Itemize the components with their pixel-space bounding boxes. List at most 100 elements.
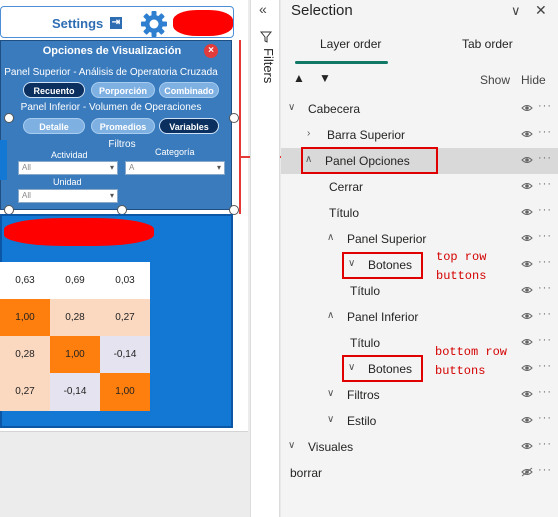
eye-icon[interactable] bbox=[521, 207, 533, 217]
selection-pane: Selection ∨ ✕ Layer order Tab order ▲ ▼ … bbox=[281, 0, 558, 517]
eye-icon[interactable] bbox=[521, 311, 533, 321]
chevron-down-icon: ▾ bbox=[109, 191, 114, 200]
layer-row[interactable]: ∨ Cabecera ··· bbox=[281, 96, 558, 122]
layer-row[interactable]: Título ··· bbox=[281, 200, 558, 226]
highlight-top-botones bbox=[342, 252, 423, 279]
layer-row[interactable]: ∨ Filtros ··· bbox=[281, 382, 558, 408]
layer-row[interactable]: ∧ Panel Inferior ··· bbox=[281, 304, 558, 330]
chevron-icon[interactable]: ∨ bbox=[327, 388, 334, 399]
chevron-icon[interactable]: ∨ bbox=[288, 440, 295, 451]
porporcion-button[interactable]: Porporción bbox=[91, 82, 155, 98]
hidden-eye-icon[interactable] bbox=[521, 467, 533, 477]
detalle-button[interactable]: Detalle bbox=[23, 118, 85, 134]
matrix-cell[interactable]: 0,03 bbox=[100, 262, 150, 300]
matrix-cell[interactable]: 0,69 bbox=[50, 262, 100, 300]
highlight-bottom-botones bbox=[342, 355, 423, 382]
more-options-icon[interactable]: ··· bbox=[538, 204, 552, 216]
more-options-icon[interactable]: ··· bbox=[538, 464, 552, 476]
unidad-select[interactable]: All ▾ bbox=[18, 189, 118, 203]
matrix-cell[interactable]: 0,27 bbox=[0, 373, 50, 411]
more-options-icon[interactable]: ··· bbox=[538, 334, 552, 346]
show-all-button[interactable]: Show bbox=[480, 73, 510, 87]
close-icon[interactable]: × bbox=[204, 44, 218, 58]
more-options-icon[interactable]: ··· bbox=[538, 438, 552, 450]
gear-icon[interactable] bbox=[139, 9, 169, 39]
tab-layer-order[interactable]: Layer order bbox=[320, 37, 381, 51]
filters-label[interactable]: Filters bbox=[256, 48, 276, 83]
chevron-icon[interactable]: › bbox=[307, 128, 310, 139]
layer-row[interactable]: ∨ Estilo ··· bbox=[281, 408, 558, 434]
eye-icon[interactable] bbox=[521, 155, 533, 165]
settings-arrow-icon[interactable]: ⇥ bbox=[110, 17, 122, 29]
matrix-cell[interactable]: 0,28 bbox=[0, 336, 50, 374]
more-options-icon[interactable]: ··· bbox=[538, 386, 552, 398]
filters-pane-collapsed[interactable]: « Filters bbox=[250, 0, 280, 517]
layer-label: Título bbox=[329, 206, 360, 220]
more-options-icon[interactable]: ··· bbox=[538, 230, 552, 242]
matrix-cell[interactable]: -0,14 bbox=[50, 373, 100, 411]
settings-link[interactable]: Settings bbox=[52, 16, 103, 31]
chevron-icon[interactable]: ∧ bbox=[327, 310, 334, 321]
collapse-icon[interactable]: « bbox=[259, 1, 267, 17]
more-options-icon[interactable]: ··· bbox=[538, 100, 552, 112]
close-icon[interactable]: ✕ bbox=[535, 2, 547, 19]
matrix-cell[interactable]: 0,27 bbox=[100, 299, 150, 337]
more-options-icon[interactable]: ··· bbox=[538, 412, 552, 424]
combinado-button[interactable]: Combinado bbox=[159, 82, 219, 98]
unidad-label: Unidad bbox=[53, 177, 82, 187]
eye-icon[interactable] bbox=[521, 259, 533, 269]
chevron-down-icon[interactable]: ∨ bbox=[511, 3, 521, 19]
eye-icon[interactable] bbox=[521, 103, 533, 113]
eye-icon[interactable] bbox=[521, 129, 533, 139]
categoria-select[interactable]: A ▾ bbox=[125, 161, 225, 175]
eye-icon[interactable] bbox=[521, 337, 533, 347]
layer-row[interactable]: › Barra Superior ··· bbox=[281, 122, 558, 148]
chevron-icon[interactable]: ∧ bbox=[327, 232, 334, 243]
eye-icon[interactable] bbox=[521, 233, 533, 243]
matrix-cell[interactable]: 0,63 bbox=[0, 262, 50, 300]
more-options-icon[interactable]: ··· bbox=[538, 152, 552, 164]
eye-icon[interactable] bbox=[521, 389, 533, 399]
layer-row[interactable]: Cerrar ··· bbox=[281, 174, 558, 200]
move-down-icon[interactable]: ▼ bbox=[319, 71, 331, 85]
actividad-select[interactable]: All ▾ bbox=[18, 161, 118, 175]
promedios-button[interactable]: Promedios bbox=[91, 118, 155, 134]
more-options-icon[interactable]: ··· bbox=[538, 308, 552, 320]
layer-row[interactable]: ∨ Visuales ··· bbox=[281, 434, 558, 460]
eye-icon[interactable] bbox=[521, 285, 533, 295]
hide-all-button[interactable]: Hide bbox=[521, 73, 546, 87]
matrix-cell[interactable]: -0,14 bbox=[100, 336, 150, 374]
eye-icon[interactable] bbox=[521, 441, 533, 451]
more-options-icon[interactable]: ··· bbox=[538, 126, 552, 138]
more-options-icon[interactable]: ··· bbox=[538, 256, 552, 268]
layer-row[interactable]: Título ··· bbox=[281, 278, 558, 304]
more-options-icon[interactable]: ··· bbox=[538, 282, 552, 294]
recuento-button[interactable]: Recuento bbox=[23, 82, 85, 98]
annotation-top-row: top row buttons bbox=[436, 250, 487, 283]
matrix-cell[interactable]: 0,28 bbox=[50, 299, 100, 337]
layer-row[interactable]: borrar ··· bbox=[281, 460, 558, 486]
unidad-value: All bbox=[22, 191, 31, 200]
chevron-icon[interactable]: ∨ bbox=[327, 414, 334, 425]
redaction-mark bbox=[173, 10, 233, 36]
layer-label: Título bbox=[350, 284, 381, 298]
layer-row[interactable]: Título ··· bbox=[281, 330, 558, 356]
move-up-icon[interactable]: ▲ bbox=[293, 71, 305, 85]
more-options-icon[interactable]: ··· bbox=[538, 178, 552, 190]
chevron-icon[interactable]: ∨ bbox=[288, 102, 295, 113]
tab-tab-order[interactable]: Tab order bbox=[462, 37, 513, 51]
actividad-value: All bbox=[22, 163, 31, 172]
matrix-cell[interactable]: 1,00 bbox=[100, 373, 150, 411]
resize-handle[interactable] bbox=[229, 113, 239, 123]
eye-icon[interactable] bbox=[521, 181, 533, 191]
more-options-icon[interactable]: ··· bbox=[538, 360, 552, 372]
eye-icon[interactable] bbox=[521, 415, 533, 425]
resize-handle[interactable] bbox=[4, 113, 14, 123]
actividad-label: Actividad bbox=[51, 150, 88, 160]
matrix-cell[interactable]: 1,00 bbox=[0, 299, 50, 337]
eye-icon[interactable] bbox=[521, 363, 533, 373]
highlight-panel-opciones bbox=[301, 147, 438, 174]
layer-row[interactable]: ∧ Panel Superior ··· bbox=[281, 226, 558, 252]
matrix-cell[interactable]: 1,00 bbox=[50, 336, 100, 374]
variables-button[interactable]: Variables bbox=[159, 118, 219, 134]
